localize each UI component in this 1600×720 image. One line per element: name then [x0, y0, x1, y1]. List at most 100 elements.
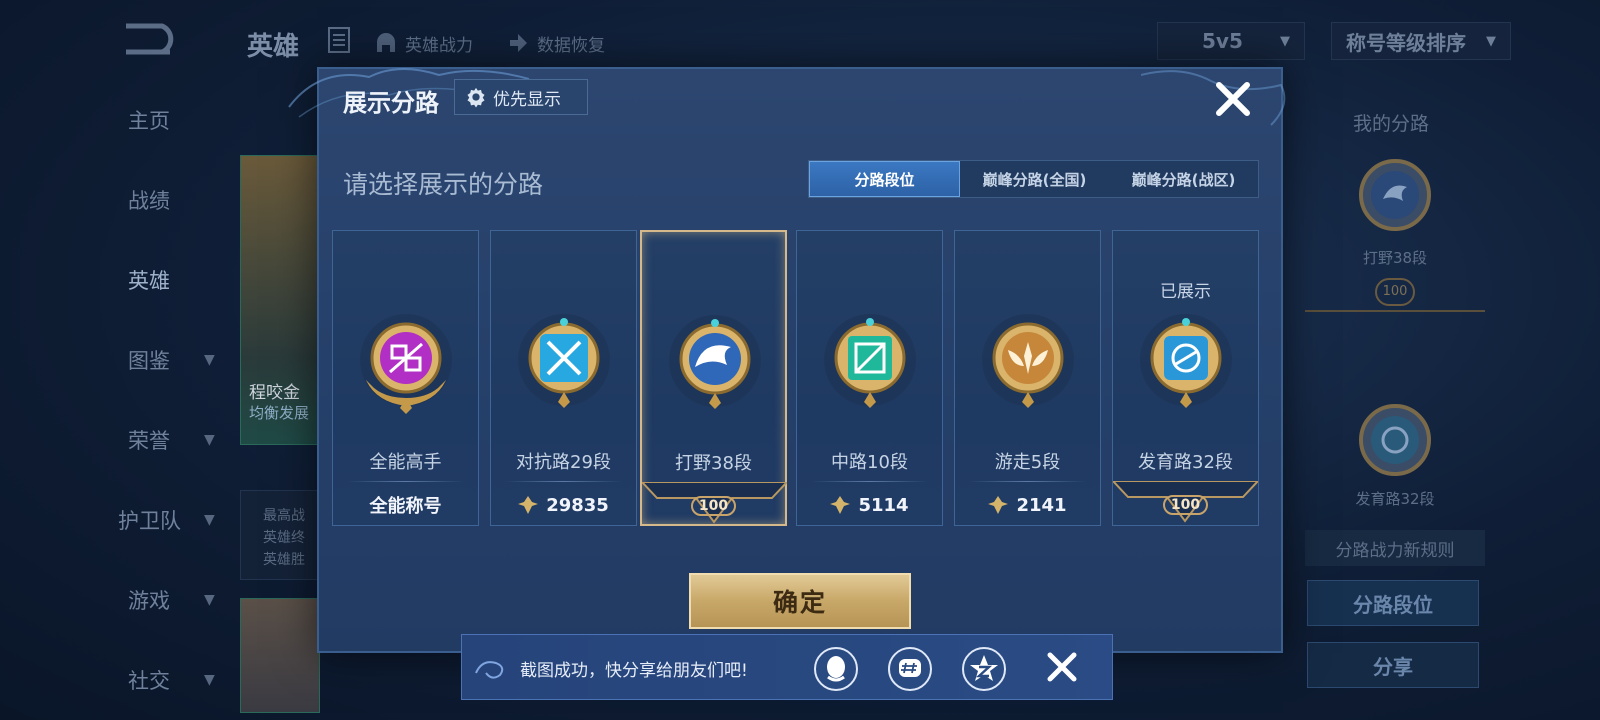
- hero-stat-line: 最高战: [263, 508, 305, 524]
- lane-card-top[interactable]: 对抗路29段 29835: [490, 230, 637, 526]
- nav-item-game[interactable]: 游戏 ▼: [90, 580, 240, 620]
- confirm-button[interactable]: 确定: [689, 573, 911, 629]
- lane-name: 发育路32段: [1138, 452, 1233, 473]
- priority-display-label: 优先显示: [493, 89, 561, 110]
- toast-message: 截图成功，快分享给朋友们吧!: [520, 661, 748, 681]
- mode-select-value: 5v5: [1202, 29, 1243, 53]
- priority-display-button[interactable]: 优先显示: [454, 79, 588, 115]
- nav-item-gallery[interactable]: 图鉴 ▼: [90, 340, 240, 380]
- top-lane-badge-icon: [518, 314, 610, 408]
- data-restore-link[interactable]: 数据恢复: [505, 30, 605, 56]
- divider: [347, 481, 464, 482]
- rank-value: 100: [1375, 278, 1415, 306]
- back-icon[interactable]: [122, 22, 184, 56]
- lane-card-adc[interactable]: 已展示 发育路32段 100: [1112, 230, 1259, 526]
- lane-display-modal: 展示分路 优先显示 请选择展示的分路 分路段位 巅峰分路(全国) 巅峰分路(战区…: [288, 67, 1286, 653]
- divider: [505, 481, 622, 482]
- mid-lane-badge-icon: [824, 314, 916, 408]
- lane-card-allround[interactable]: 全能高手 全能称号: [332, 230, 479, 526]
- hero-stats-bg: 最高战 英雄终 英雄胜: [240, 490, 320, 580]
- hero-subtitle: 均衡发展: [249, 404, 310, 422]
- nav-label: 英雄: [128, 269, 170, 293]
- rank-value: 100: [1162, 495, 1209, 515]
- nav-item-home[interactable]: 主页: [90, 100, 240, 140]
- lane-points: 5114: [858, 494, 909, 516]
- hero-stat-line: 英雄胜: [263, 552, 305, 568]
- lane-footer: 29835: [491, 485, 636, 525]
- close-icon[interactable]: [1044, 649, 1080, 685]
- lane-name: 打野38段: [675, 453, 752, 474]
- wechat-moments-icon[interactable]: [888, 647, 932, 691]
- nav-label: 战绩: [128, 189, 170, 213]
- power-points-icon: [830, 496, 851, 514]
- nav-item-social[interactable]: 社交 ▼: [90, 660, 240, 700]
- nav-label: 社交: [128, 669, 170, 693]
- sort-select-value: 称号等级排序: [1346, 30, 1466, 55]
- list-icon[interactable]: [327, 26, 351, 54]
- allround-badge-icon: [360, 314, 452, 414]
- power-points-icon: [988, 496, 1009, 514]
- lane-name: 中路10段: [831, 452, 908, 473]
- select-prompt: 请选择展示的分路: [343, 170, 544, 199]
- hero-card-bg[interactable]: [240, 598, 320, 713]
- mode-select[interactable]: 5v5 ▼: [1157, 22, 1305, 60]
- my-lane-2: 发育路32段: [1355, 490, 1435, 508]
- sort-select[interactable]: 称号等级排序 ▼: [1331, 22, 1511, 60]
- roam-badge-icon: [982, 314, 1074, 408]
- chevron-down-icon: ▼: [1486, 33, 1496, 49]
- chevron-down-icon: ▼: [204, 352, 215, 368]
- tab-lane-rank[interactable]: 分路段位: [809, 161, 960, 197]
- lane-title-value: 全能称号: [369, 496, 442, 517]
- chevron-down-icon: ▼: [1280, 33, 1290, 49]
- lane-points: 29835: [546, 494, 609, 516]
- chevron-down-icon: ▼: [204, 672, 215, 688]
- tab-peak-region[interactable]: 巅峰分路(战区): [1109, 161, 1258, 197]
- lane-name: 游走5段: [994, 452, 1061, 473]
- lane-footer: 100: [642, 486, 785, 526]
- hero-power-label: 英雄战力: [405, 35, 473, 56]
- close-icon[interactable]: [1213, 79, 1253, 119]
- nav-item-heroes[interactable]: 英雄: [90, 260, 240, 300]
- tab-peak-national[interactable]: 巅峰分路(全国): [960, 161, 1109, 197]
- swirl-icon: [475, 661, 504, 679]
- lane-tabs: 分路段位 巅峰分路(全国) 巅峰分路(战区): [808, 160, 1259, 198]
- jungle-badge-icon: [1359, 159, 1431, 231]
- power-points-icon: [518, 496, 539, 514]
- divider: [811, 481, 928, 482]
- lane-card-jungle[interactable]: 打野38段 100: [640, 230, 787, 526]
- helmet-icon: [377, 33, 395, 52]
- rank-value: 100: [690, 496, 737, 516]
- nav-label: 游戏: [128, 589, 170, 613]
- modal-title: 展示分路: [343, 89, 439, 117]
- adc-badge-icon: [1359, 404, 1431, 476]
- nav-label: 图鉴: [128, 349, 170, 373]
- nav-label: 护卫队: [118, 509, 181, 533]
- lane-rule-link[interactable]: 分路战力新规则: [1305, 530, 1485, 566]
- chevron-down-icon: ▼: [204, 512, 215, 528]
- qq-icon[interactable]: [814, 647, 858, 691]
- nav-item-honor[interactable]: 荣誉 ▼: [90, 420, 240, 460]
- lane-card-roam[interactable]: 游走5段 2141: [954, 230, 1101, 526]
- chevron-down-icon: ▼: [204, 592, 215, 608]
- nav-label: 荣誉: [128, 429, 170, 453]
- my-lane-1: 打野38段: [1362, 249, 1428, 267]
- chevron-down-icon: ▼: [204, 432, 215, 448]
- lane-card-mid[interactable]: 中路10段 5114: [796, 230, 943, 526]
- lane-footer: 100: [1113, 485, 1258, 525]
- divider: [969, 481, 1086, 482]
- rank-banner: 100: [1305, 272, 1485, 312]
- gear-icon: [467, 87, 485, 108]
- lane-name: 全能高手: [369, 452, 442, 473]
- hero-card-bg[interactable]: 程咬金 均衡发展: [240, 155, 320, 445]
- adc-lane-badge-icon: [1140, 314, 1232, 408]
- qzone-icon[interactable]: [962, 647, 1006, 691]
- share-button[interactable]: 分享: [1307, 642, 1479, 688]
- lane-footer: 5114: [797, 485, 942, 525]
- shown-label: 已展示: [1160, 282, 1211, 302]
- jungle-badge-icon: [669, 315, 761, 409]
- lane-rank-button[interactable]: 分路段位: [1307, 580, 1479, 626]
- hero-power-link[interactable]: 英雄战力: [373, 30, 473, 56]
- nav-item-record[interactable]: 战绩: [90, 180, 240, 220]
- data-restore-label: 数据恢复: [537, 35, 605, 56]
- nav-item-guard[interactable]: 护卫队 ▼: [90, 500, 240, 540]
